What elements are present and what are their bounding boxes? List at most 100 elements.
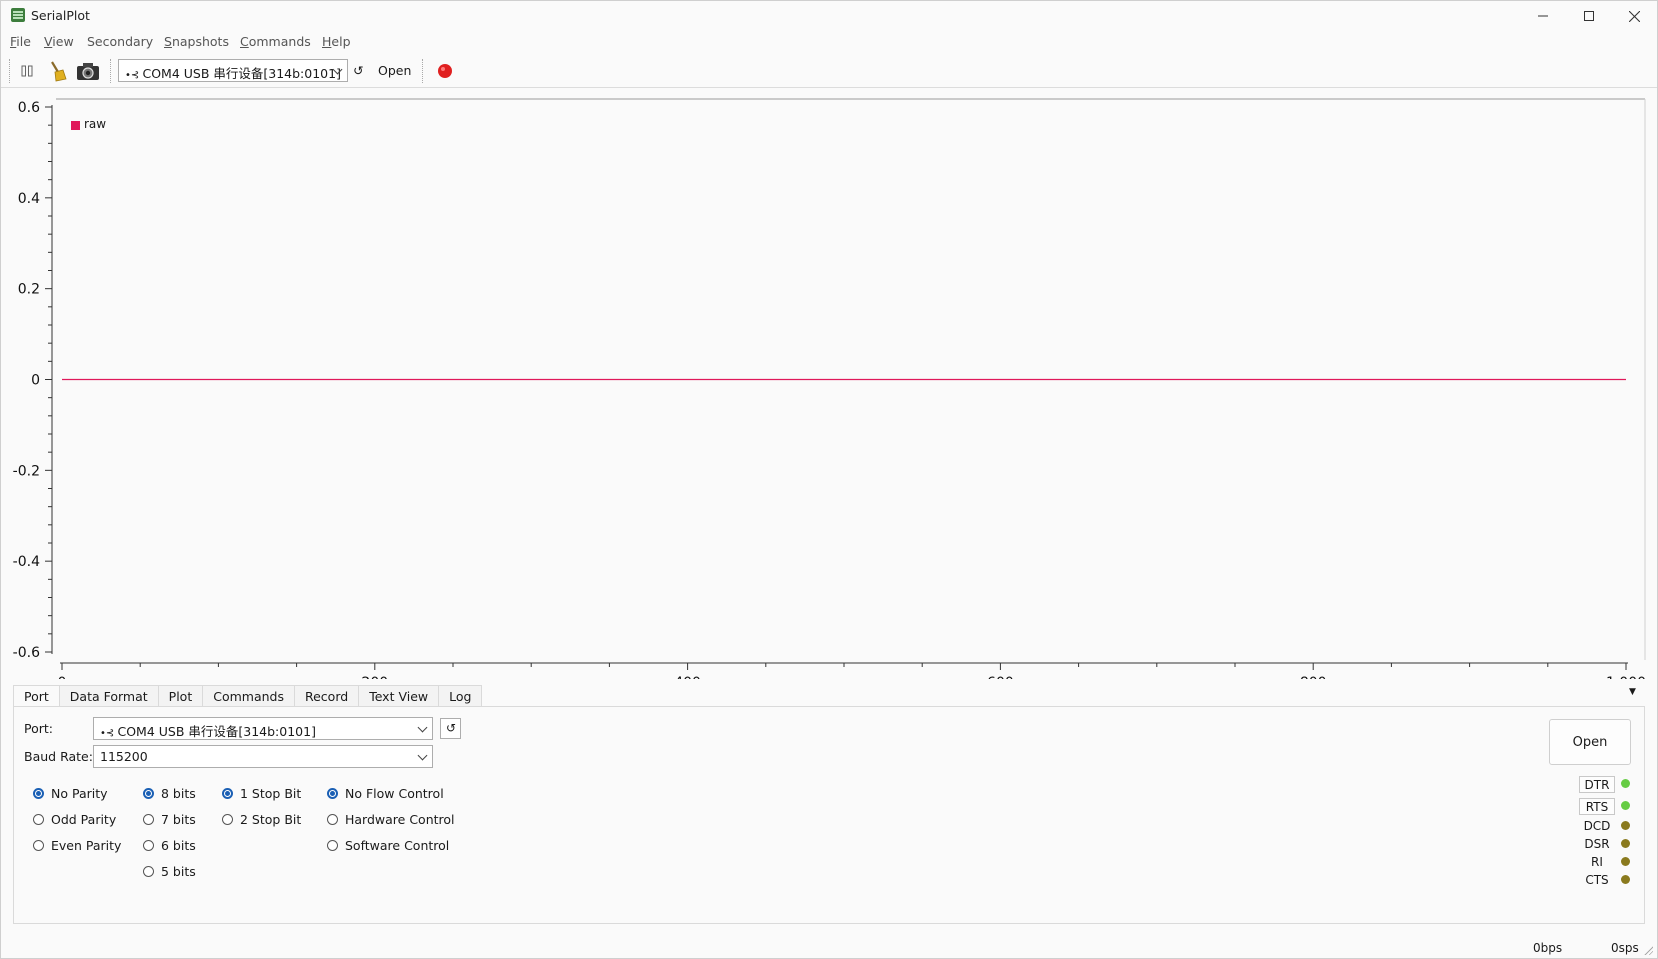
menu-commands[interactable]: Commands	[240, 34, 311, 49]
radio-indicator	[33, 840, 44, 851]
radio-indicator	[33, 788, 44, 799]
cts-led	[1621, 875, 1630, 884]
status-sps: 0sps	[1611, 941, 1639, 955]
tab-plot[interactable]: Plot	[158, 685, 204, 707]
tab-menu-arrow-icon[interactable]: ▼	[1629, 687, 1636, 697]
window-title: SerialPlot	[31, 8, 90, 23]
status-bps: 0bps	[1533, 941, 1563, 955]
port-refresh-button[interactable]: ↺	[440, 718, 461, 739]
radio-8-bits[interactable]: 8 bits	[143, 786, 196, 801]
ri-led	[1621, 857, 1630, 866]
radio-indicator	[143, 840, 154, 851]
y-tick-label: 0.2	[18, 282, 40, 298]
usb-icon: •⊰	[100, 728, 118, 739]
menu-snapshots[interactable]: Snapshots	[164, 34, 229, 49]
tab-text-view[interactable]: Text View	[359, 685, 440, 707]
dtr-led	[1621, 779, 1630, 788]
camera-icon	[77, 63, 99, 80]
menu-view[interactable]: View	[44, 34, 74, 49]
open-port-button[interactable]: Open	[1549, 719, 1631, 765]
radio-software-control[interactable]: Software Control	[327, 838, 449, 853]
radio-indicator	[327, 840, 338, 851]
tab-bar: Port Data Format Plot Commands Record Te…	[13, 685, 483, 707]
usb-icon: •⊰	[125, 70, 143, 81]
x-tick-label: 600	[987, 675, 1014, 679]
baud-rate-select[interactable]: 115200	[93, 745, 433, 768]
refresh-icon: ↺	[353, 63, 364, 78]
port-label: Port:	[24, 721, 53, 736]
radio-indicator	[143, 866, 154, 877]
y-tick-label: -0.6	[13, 645, 40, 661]
ri-label: RI	[1591, 855, 1603, 869]
tab-commands[interactable]: Commands	[203, 685, 295, 707]
radio-no-parity[interactable]: No Parity	[33, 786, 108, 801]
radio-indicator	[327, 814, 338, 825]
radio-indicator	[222, 814, 233, 825]
radio-indicator	[143, 788, 154, 799]
radio-1-stop-bit[interactable]: 1 Stop Bit	[222, 786, 301, 801]
radio-even-parity[interactable]: Even Parity	[33, 838, 121, 853]
x-tick-label: 200	[361, 675, 388, 679]
title-bar[interactable]: SerialPlot	[1, 1, 1657, 31]
x-tick-label: 0	[58, 675, 67, 679]
dcd-label: DCD	[1583, 819, 1611, 833]
dsr-label: DSR	[1584, 837, 1610, 851]
toolbar-separator	[110, 59, 113, 83]
maximize-icon	[1584, 11, 1594, 21]
baud-rate-label: Baud Rate:	[24, 749, 93, 764]
pause-button[interactable]	[14, 59, 40, 83]
toolbar-refresh-button[interactable]: ↺	[353, 63, 363, 78]
snapshot-button[interactable]	[75, 59, 101, 83]
tab-log[interactable]: Log	[439, 685, 483, 707]
resize-grip-icon[interactable]	[1643, 945, 1653, 955]
menu-file[interactable]: File	[10, 34, 31, 49]
maximize-button[interactable]	[1566, 1, 1612, 31]
close-button[interactable]	[1611, 1, 1657, 31]
rts-toggle-button[interactable]: RTS	[1579, 798, 1615, 815]
radio-odd-parity[interactable]: Odd Parity	[33, 812, 116, 827]
y-tick-label: -0.4	[13, 554, 40, 570]
pause-icon	[21, 65, 33, 77]
cts-label: CTS	[1585, 873, 1609, 887]
plot-area[interactable]: -0.6 -0.4 -0.2 0 0.2 0.4 0.6 0 200 400 600 800 1,000…	[1, 89, 1657, 679]
toolbar: •⊰ COM4 USB 串行设备[314b:0101] ↺ Open	[1, 55, 1657, 88]
radio-no-flow-control[interactable]: No Flow Control	[327, 786, 444, 801]
dsr-led	[1621, 839, 1630, 848]
menu-secondary[interactable]: Secondary	[87, 34, 153, 49]
radio-7-bits[interactable]: 7 bits	[143, 812, 196, 827]
app-icon	[11, 8, 25, 22]
refresh-icon: ↺	[446, 721, 457, 735]
y-tick-label: 0	[31, 373, 40, 389]
toolbar-separator	[9, 59, 12, 83]
radio-6-bits[interactable]: 6 bits	[143, 838, 196, 853]
close-icon	[1628, 10, 1640, 22]
legend-label-raw: raw	[84, 117, 107, 131]
clear-button[interactable]	[44, 59, 70, 83]
tab-port[interactable]: Port	[13, 685, 60, 707]
radio-indicator	[327, 788, 338, 799]
y-tick-label: 0.4	[18, 191, 40, 207]
rts-led	[1621, 801, 1630, 810]
line-chart: -0.6 -0.4 -0.2 0 0.2 0.4 0.6 0 200 400 600 800 1,000	[13, 98, 1646, 679]
tab-data-format[interactable]: Data Format	[59, 685, 159, 707]
x-tick-label: 400	[674, 675, 701, 679]
radio-2-stop-bit[interactable]: 2 Stop Bit	[222, 812, 301, 827]
x-tick-label: 1,000	[1606, 675, 1646, 679]
radio-5-bits[interactable]: 5 bits	[143, 864, 196, 879]
dcd-led	[1621, 821, 1630, 830]
serialplot-window: SerialPlot File View Secondary Snapshots…	[0, 0, 1658, 959]
y-tick-label: 0.6	[18, 100, 40, 116]
toolbar-separator	[422, 59, 425, 83]
menu-help[interactable]: Help	[322, 34, 351, 49]
menu-bar: File View Secondary Snapshots Commands H…	[1, 31, 1657, 53]
port-select[interactable]: •⊰ COM4 USB 串行设备[314b:0101]	[93, 717, 433, 740]
record-button[interactable]	[432, 59, 458, 83]
radio-hardware-control[interactable]: Hardware Control	[327, 812, 455, 827]
dtr-toggle-button[interactable]: DTR	[1579, 776, 1615, 793]
minimize-button[interactable]	[1520, 1, 1566, 31]
broom-icon	[51, 61, 67, 82]
tab-record[interactable]: Record	[294, 685, 360, 707]
toolbar-open-button[interactable]: Open	[378, 63, 411, 78]
toolbar-port-select[interactable]: •⊰ COM4 USB 串行设备[314b:0101]	[118, 59, 348, 82]
radio-indicator	[33, 814, 44, 825]
